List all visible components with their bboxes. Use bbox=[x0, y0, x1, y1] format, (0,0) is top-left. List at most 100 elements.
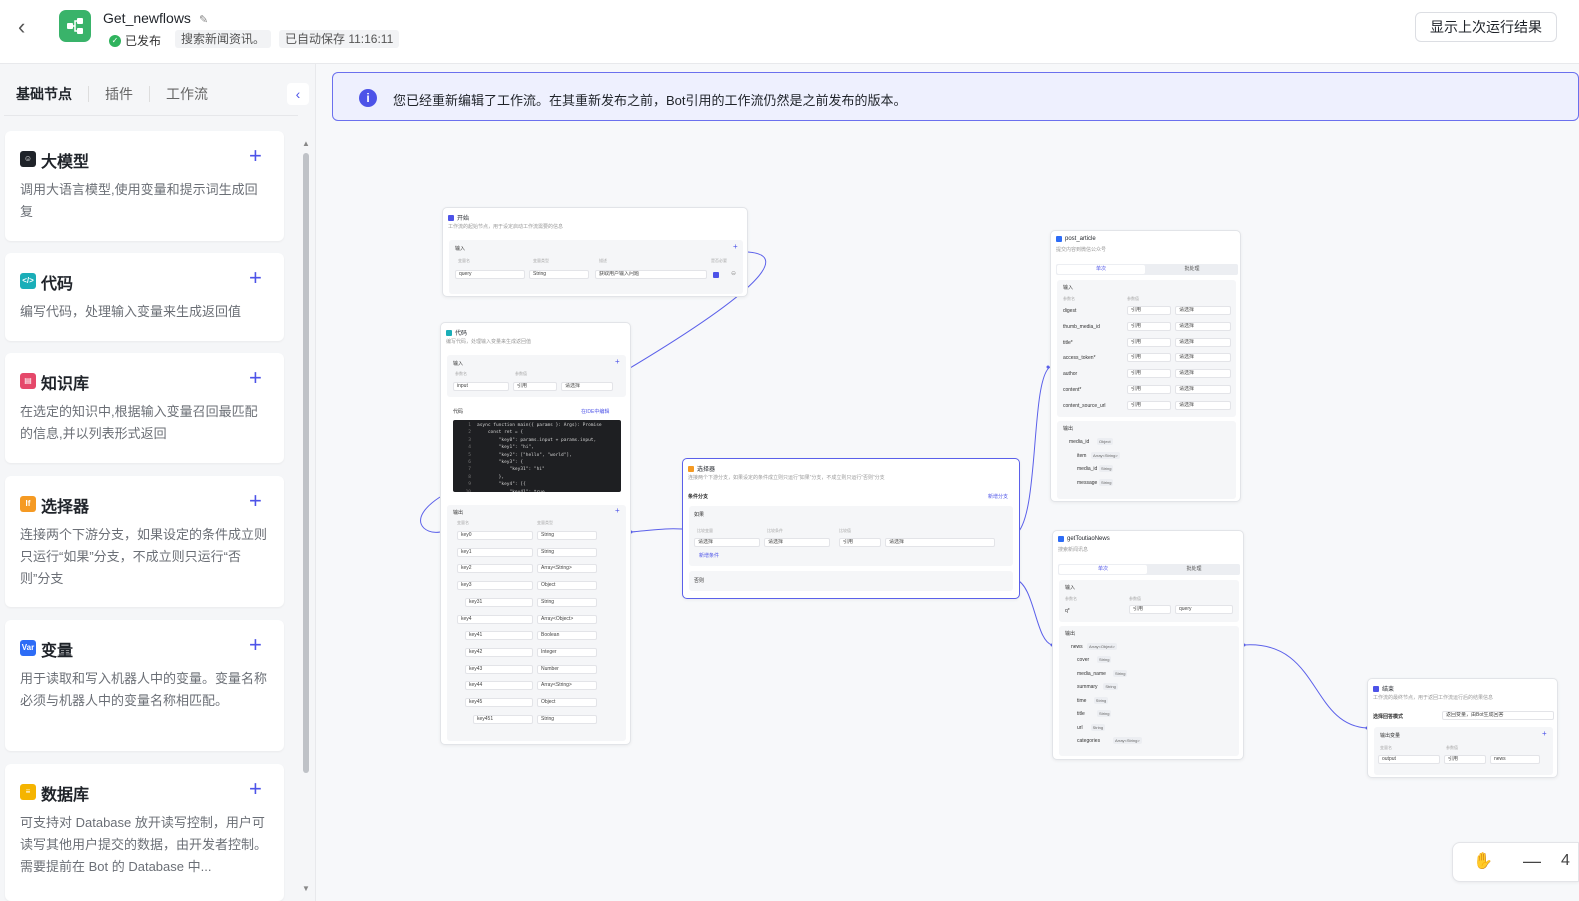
output-name-field[interactable]: key451 bbox=[473, 714, 533, 724]
node-title: 代码 bbox=[455, 331, 468, 337]
end-node[interactable]: 结束 工作流的最终节点，用于返回工作流运行后的结果信息 选择回答模式 返回变量，… bbox=[1367, 678, 1558, 778]
add-output-icon[interactable]: + bbox=[615, 506, 620, 515]
output-var-field[interactable]: output bbox=[1378, 755, 1440, 764]
value-select[interactable]: query bbox=[1175, 605, 1233, 614]
col-label: 参数值 bbox=[1129, 596, 1141, 601]
get-toutiao-news-node[interactable]: getToutiaoNews 搜索新闻讯息 单次 批处理 输入 参数名 参数值 … bbox=[1052, 530, 1244, 760]
output-section: 输出 + 变量名 变量类型 key0 String key1 String key2 Ar… bbox=[447, 505, 626, 741]
output-name-field[interactable]: key4 bbox=[457, 614, 533, 624]
value-select[interactable]: 请选择 bbox=[1175, 353, 1231, 363]
remove-icon[interactable]: ⊖ bbox=[731, 270, 736, 277]
output-section: 输出 media_id Object item Array<String> me… bbox=[1057, 421, 1236, 499]
edit-in-ide-link[interactable]: 在IDE中编辑 bbox=[581, 408, 609, 415]
ref-select[interactable]: 引用 bbox=[839, 538, 881, 547]
add-input-icon[interactable]: + bbox=[615, 357, 620, 366]
output-name-field[interactable]: key2 bbox=[457, 564, 533, 574]
value-select[interactable]: 请选择 bbox=[1175, 385, 1231, 394]
output-type-select[interactable]: String bbox=[537, 597, 597, 607]
output-type-select[interactable]: Number bbox=[537, 664, 597, 674]
node-desc: 工作流的起始节点，用于设定启动工作流需要的信息 bbox=[448, 224, 564, 230]
var-name-field[interactable]: query bbox=[455, 270, 525, 279]
ref-select[interactable]: 引用 bbox=[1127, 337, 1171, 347]
add-output-icon[interactable]: + bbox=[1542, 729, 1547, 738]
tab-single[interactable]: 单次 bbox=[1059, 565, 1147, 574]
start-node[interactable]: 开始 工作流的起始节点，用于设定启动工作流需要的信息 输入 + 变量名 变量类型… bbox=[442, 207, 748, 297]
param-name: access_token* bbox=[1063, 355, 1096, 362]
output-name-field[interactable]: key3 bbox=[457, 581, 533, 591]
output-type-select[interactable]: Object bbox=[537, 581, 597, 591]
output-type-select[interactable]: Array<Object> bbox=[537, 614, 597, 624]
tab-batch[interactable]: 批处理 bbox=[1150, 565, 1238, 574]
ref-select[interactable]: 引用 bbox=[1444, 755, 1486, 764]
ref-select[interactable]: 引用 bbox=[1127, 385, 1171, 394]
section-label: 输出 bbox=[1063, 426, 1074, 432]
col-label: 描述 bbox=[599, 258, 607, 263]
value-select[interactable]: 请选择 bbox=[1175, 321, 1231, 331]
add-branch-button[interactable]: 新增分支 bbox=[988, 493, 1008, 500]
required-checkbox[interactable] bbox=[713, 272, 719, 278]
input-section: 输入 参数名 参数值 q* 引用 query bbox=[1059, 580, 1239, 622]
output-type-select[interactable]: Array<String> bbox=[537, 681, 597, 691]
zoom-out-button[interactable]: — bbox=[1523, 851, 1541, 872]
output-type-select[interactable]: Array<String> bbox=[537, 564, 597, 574]
ref-select[interactable]: 引用 bbox=[1127, 400, 1171, 410]
post-article-node[interactable]: post_article 提交内容到微信公众号 单次 批处理 输入 参数名 参数… bbox=[1050, 230, 1241, 502]
compare-value-select[interactable]: 请选择 bbox=[885, 538, 995, 547]
output-name-field[interactable]: key43 bbox=[465, 664, 533, 674]
input-name-field[interactable]: input bbox=[453, 382, 509, 391]
ref-select[interactable]: 引用 bbox=[1127, 369, 1171, 379]
add-condition-button[interactable]: 新增条件 bbox=[699, 552, 719, 559]
hand-tool-icon[interactable]: ✋ bbox=[1473, 851, 1493, 871]
ref-select[interactable]: 引用 bbox=[513, 382, 557, 391]
node-desc: 编写代码，处理输入变量来生成返回值 bbox=[446, 339, 532, 345]
output-type-select[interactable]: Object bbox=[537, 698, 597, 707]
output-type-select[interactable]: String bbox=[537, 547, 597, 557]
node-header: 结束 bbox=[1373, 684, 1394, 693]
output-name-field[interactable]: key31 bbox=[465, 597, 533, 607]
selector-node[interactable]: 选择器 连接两个下游分支，如果设定的条件成立则只运行“如果”分支，不成立则只运行… bbox=[682, 458, 1020, 599]
type-badge: Array<String> bbox=[1113, 737, 1142, 744]
output-name-field[interactable]: key0 bbox=[457, 531, 533, 540]
value-select[interactable]: 请选择 bbox=[561, 382, 613, 391]
ref-select[interactable]: 引用 bbox=[1127, 321, 1171, 331]
output-name-field[interactable]: key45 bbox=[465, 698, 533, 707]
value-select[interactable]: 请选择 bbox=[1175, 337, 1231, 347]
col-label: 参数名 bbox=[455, 371, 467, 376]
var-desc-field[interactable]: 获取用户输入问题 bbox=[595, 270, 707, 279]
canvas-controls: ✋ — 4 bbox=[1452, 842, 1579, 882]
output-name-field[interactable]: key44 bbox=[465, 681, 533, 691]
answer-mode-select[interactable]: 返回变量，由Bot生成回答 bbox=[1442, 711, 1554, 720]
if-branch: 如果 比较变量 比较条件 比较值 请选择 请选择 引用 请选择 新增条件 bbox=[689, 506, 1013, 566]
type-badge: Array<String> bbox=[1091, 452, 1120, 459]
ref-select[interactable]: 引用 bbox=[1127, 353, 1171, 363]
output-name-field[interactable]: key42 bbox=[465, 647, 533, 657]
col-label: 参数值 bbox=[1446, 745, 1458, 750]
add-input-icon[interactable]: + bbox=[733, 242, 738, 251]
line-numbers: 1 2 3 4 5 6 7 8 9 10 bbox=[466, 423, 471, 492]
end-icon bbox=[1373, 685, 1379, 692]
output-type-select[interactable]: String bbox=[537, 714, 597, 724]
branch-label: 条件分支 bbox=[688, 494, 709, 500]
output-name-field[interactable]: key1 bbox=[457, 547, 533, 557]
compare-var-select[interactable]: 请选择 bbox=[694, 538, 760, 547]
section-label: 输出 bbox=[453, 510, 464, 516]
output-name-field[interactable]: key41 bbox=[465, 631, 533, 641]
var-type-select[interactable]: String bbox=[529, 270, 589, 279]
node-title: 结束 bbox=[1382, 687, 1395, 693]
output-type-select[interactable]: String bbox=[537, 531, 597, 540]
tab-batch[interactable]: 批处理 bbox=[1148, 265, 1236, 274]
output-type-select[interactable]: Boolean bbox=[537, 631, 597, 641]
code-editor[interactable]: 1 2 3 4 5 6 7 8 9 10 async function main(… bbox=[453, 420, 621, 492]
value-select[interactable]: 请选择 bbox=[1175, 400, 1231, 410]
condition-select[interactable]: 请选择 bbox=[764, 538, 830, 547]
type-badge: String bbox=[1099, 465, 1114, 472]
value-select[interactable]: news bbox=[1490, 755, 1540, 764]
ref-select[interactable]: 引用 bbox=[1129, 605, 1171, 614]
value-select[interactable]: 请选择 bbox=[1175, 306, 1231, 315]
code-node[interactable]: 代码 编写代码，处理输入变量来生成返回值 输入 + 参数名 参数值 input … bbox=[440, 322, 631, 745]
mode-switch: 单次 批处理 bbox=[1056, 264, 1238, 275]
output-type-select[interactable]: Integer bbox=[537, 647, 597, 657]
tab-single[interactable]: 单次 bbox=[1057, 265, 1145, 274]
ref-select[interactable]: 引用 bbox=[1127, 306, 1171, 315]
value-select[interactable]: 请选择 bbox=[1175, 369, 1231, 379]
